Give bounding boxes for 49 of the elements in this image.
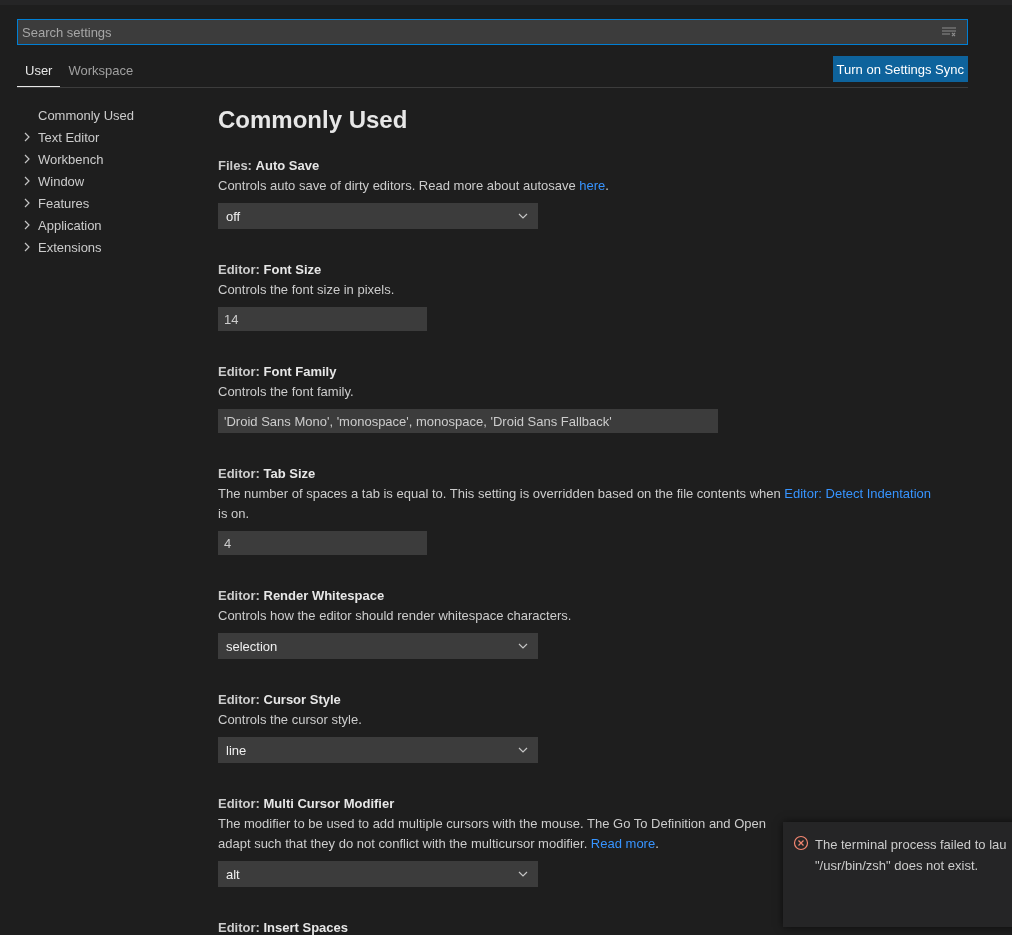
setting-description: The number of spaces a tab is equal to. This setting is overridden based on the file contents when Editor: Detect Indentation is on. [218, 485, 933, 523]
setting-description: Controls the font family. [218, 383, 355, 401]
setting-label: Editor: Insert Spaces [218, 919, 350, 935]
settings-tab[interactable]: Workspace [60, 59, 142, 87]
sidebar-label: Extensions [38, 239, 102, 255]
chevron-down-icon [518, 213, 528, 219]
setting-label: Editor: Font Family [218, 363, 338, 381]
setting-description: Controls how the editor should render whitespace characters. [218, 607, 573, 625]
sidebar-label: Text Editor [38, 129, 100, 145]
sidebar-item[interactable]: Commonly Used [17, 104, 218, 126]
error-icon [793, 835, 809, 851]
sync-button[interactable]: Turn on Settings Sync [832, 56, 968, 82]
setting-label: Editor: Multi Cursor Modifier [218, 795, 396, 813]
input-field[interactable]: 'Droid Sans Mono', 'monospace', monospace, 'Droid Sans Fallback' [218, 409, 718, 433]
dropdown[interactable]: line [218, 737, 538, 763]
section-title: Commonly Used [218, 105, 409, 135]
sidebar-item[interactable]: Window [17, 170, 218, 192]
sidebar-label: Commonly Used [38, 107, 135, 123]
notification-message: "/usr/bin/zsh" does not exist. [815, 857, 980, 875]
notification-message: The terminal process failed to lau [815, 836, 1007, 854]
filter-icon[interactable] [942, 27, 956, 37]
setting-label: Editor: Tab Size [218, 465, 317, 483]
setting-link[interactable]: Editor: Detect Indentation [784, 486, 932, 501]
sidebar-label: Workbench [38, 151, 104, 167]
sidebar-item[interactable]: Features [17, 192, 218, 214]
setting-label: Editor: Cursor Style [218, 691, 342, 709]
setting-description: Controls the cursor style. [218, 711, 363, 729]
sidebar-item[interactable]: Workbench [17, 148, 218, 170]
sidebar-label: Application [38, 217, 102, 233]
sidebar-item[interactable]: Extensions [17, 236, 218, 258]
setting-description: Controls the font size in pixels. [218, 281, 396, 299]
search-field[interactable]: Search settings [17, 19, 968, 45]
sidebar-item[interactable]: Text Editor [17, 126, 218, 148]
setting-label: Editor: Render Whitespace [218, 587, 386, 605]
chevron-down-icon [518, 871, 528, 877]
sidebar-label: Features [38, 195, 90, 211]
input-field[interactable]: 4 [218, 531, 427, 555]
setting-label: Editor: Font Size [218, 261, 323, 279]
chevron-down-icon [518, 747, 528, 753]
chevron-down-icon [518, 643, 528, 649]
settings-tab[interactable]: User [17, 59, 61, 87]
dropdown[interactable]: alt [218, 861, 538, 887]
setting-label: Files: Auto Save [218, 157, 321, 175]
dropdown[interactable]: off [218, 203, 538, 229]
input-field[interactable]: 14 [218, 307, 427, 331]
dropdown[interactable]: selection [218, 633, 538, 659]
setting-description: Controls auto save of dirty editors. Read more about autosave here. [218, 177, 610, 195]
sidebar-item[interactable]: Application [17, 214, 218, 236]
sidebar-label: Window [38, 173, 85, 189]
